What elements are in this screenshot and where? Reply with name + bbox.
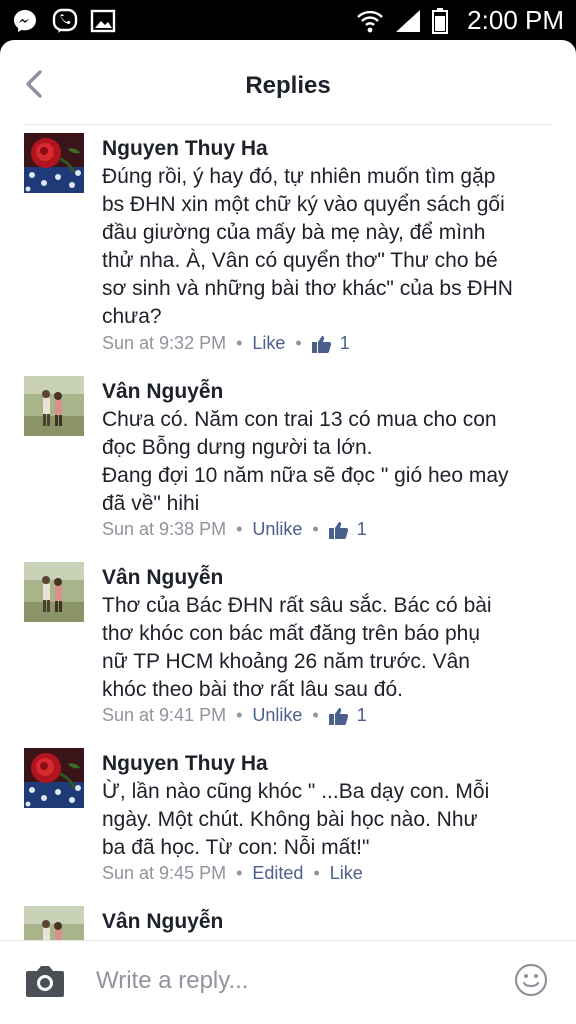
meta-separator: • (236, 333, 243, 353)
comment-item: Nguyen Thuy Ha Đúng rồi, ý hay đó, tự nh… (0, 133, 576, 363)
meta-separator: • (236, 863, 243, 883)
battery-icon (432, 8, 448, 39)
comment-meta: Sun at 9:38 PM • Unlike • 1 (102, 519, 367, 540)
comment-line: nữ TP HCM khoảng 26 năm trước. Vân (102, 650, 470, 673)
unlike-button[interactable]: Unlike (252, 705, 302, 726)
comment-author[interactable]: Vân Nguyễn (102, 380, 223, 404)
edited-link[interactable]: Edited (252, 863, 303, 884)
comment-line: Đúng rồi, ý hay đó, tự nhiên muốn tìm gặ… (102, 165, 496, 188)
camera-icon[interactable] (24, 963, 66, 999)
comment-text: Thơ của Bác ĐHN rất sâu sắc. Bác có bài … (102, 592, 542, 704)
page-title: Replies (245, 72, 331, 99)
wifi-icon (356, 8, 384, 39)
meta-separator: • (295, 333, 302, 353)
comment-item: Vân Nguyễn Thơ của Bác ĐHN rất sâu sắc. … (0, 562, 576, 732)
comment-time: Sun at 9:32 PM (102, 333, 227, 353)
meta-separator: • (312, 519, 319, 539)
comment-line: khóc theo bài thơ rất lâu sau đó. (102, 678, 403, 701)
thumbs-up-icon (328, 707, 349, 725)
comment-line: sơ sinh và những bài thơ khác" của bs ĐH… (102, 277, 513, 300)
comment-line: thơ khóc con bác mất đăng trên báo phụ (102, 622, 481, 645)
avatar-rose[interactable] (24, 748, 84, 808)
replies-sheet: Replies Nguyen Thuy Ha Đúng rồi, ý hay đ… (0, 40, 576, 1024)
header: Replies (0, 40, 576, 124)
meta-separator: • (236, 519, 243, 539)
comment-line: Thơ của Bác ĐHN rất sâu sắc. Bác có bài (102, 594, 492, 617)
comment-meta: Sun at 9:32 PM • Like • 1 (102, 333, 350, 354)
comment-author[interactable]: Nguyen Thuy Ha (102, 752, 268, 776)
comment-time: Sun at 9:38 PM (102, 519, 227, 539)
like-button[interactable]: Like (252, 333, 285, 354)
comment-time: Sun at 9:41 PM (102, 705, 227, 725)
comment-author[interactable]: Vân Nguyễn (102, 566, 223, 590)
comment-line: đọc Bỗng dưng người ta lớn. (102, 436, 373, 459)
comment-text: Đúng rồi, ý hay đó, tự nhiên muốn tìm gặ… (102, 163, 542, 331)
comment-meta: Sun at 9:41 PM • Unlike • 1 (102, 705, 367, 726)
status-bar: 2:00 PM (0, 0, 576, 40)
signal-icon (394, 8, 422, 39)
comment-line: Chưa có. Năm con trai 13 có mua cho con (102, 408, 497, 431)
comment-meta: Sun at 9:45 PM • Edited • Like (102, 863, 363, 884)
comment-line: chưa? (102, 305, 162, 328)
thumbs-up-icon (328, 521, 349, 539)
comment-line: ngày. Một chút. Không bài học nào. Như (102, 808, 478, 831)
comment-author[interactable]: Nguyen Thuy Ha (102, 137, 268, 161)
comment-line: đầu giường của mấy bà mẹ này, để mình (102, 221, 486, 244)
gallery-icon (90, 8, 116, 39)
avatar-field[interactable] (24, 562, 84, 622)
meta-separator: • (236, 705, 243, 725)
meta-separator: • (312, 705, 319, 725)
meta-separator: • (313, 863, 320, 883)
comment-text: Chưa có. Năm con trai 13 có mua cho con … (102, 406, 542, 518)
reply-input[interactable] (96, 965, 476, 997)
comment-time: Sun at 9:45 PM (102, 863, 227, 883)
comment-line: thử nha. À, Vân có quyển thơ" Thư cho bé (102, 249, 498, 272)
comment-author[interactable]: Vân Nguyễn (102, 910, 223, 934)
thumbs-up-icon (311, 335, 332, 353)
status-time: 2:00 PM (467, 5, 564, 35)
messenger-icon (12, 8, 38, 39)
avatar-rose[interactable] (24, 133, 84, 193)
comment-line: bs ĐHN xin một chữ ký vào quyển sách gối (102, 193, 505, 216)
like-count[interactable]: 1 (357, 705, 367, 726)
viber-icon (52, 8, 78, 39)
comment-item: Vân Nguyễn Chưa có. Năm con trai 13 có m… (0, 376, 576, 546)
comment-item: Nguyen Thuy Ha Ừ, lần nào cũng khóc " ..… (0, 748, 576, 888)
emoji-icon[interactable] (514, 963, 548, 997)
comment-text: Ừ, lần nào cũng khóc " ...Ba dạy con. Mỗ… (102, 778, 542, 862)
comment-line: Ừ, lần nào cũng khóc " ...Ba dạy con. Mỗ… (102, 780, 490, 803)
like-button[interactable]: Like (330, 863, 363, 884)
header-divider (24, 124, 552, 125)
like-count[interactable]: 1 (340, 333, 350, 354)
comment-line: ba đã học. Từ con: Nỗi mất!" (102, 836, 370, 859)
like-count[interactable]: 1 (357, 519, 367, 540)
unlike-button[interactable]: Unlike (252, 519, 302, 540)
comment-line: Đang đợi 10 năm nữa sẽ đọc " gió heo may (102, 464, 509, 487)
reply-bar (0, 940, 576, 1024)
comment-line: đã về" hihi (102, 492, 200, 515)
avatar-field[interactable] (24, 376, 84, 436)
